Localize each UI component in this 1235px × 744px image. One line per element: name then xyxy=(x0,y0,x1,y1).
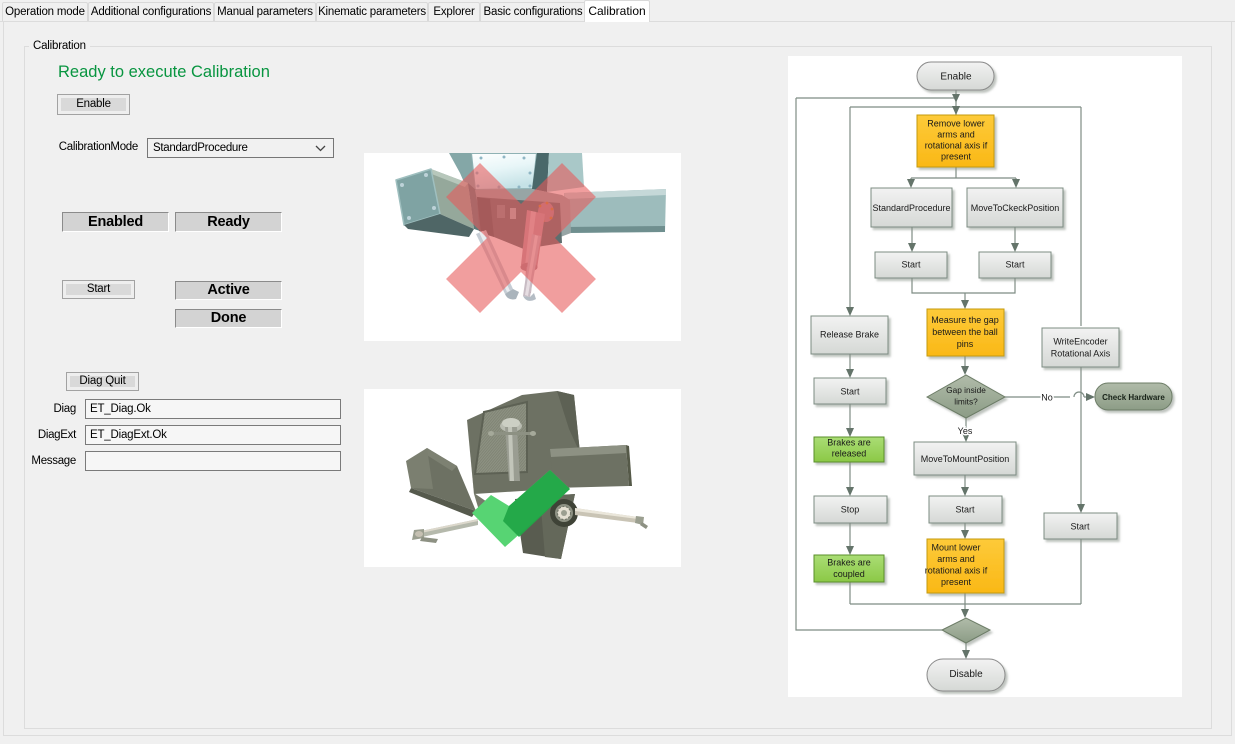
svg-text:present: present xyxy=(941,152,972,162)
svg-text:Mount lower: Mount lower xyxy=(931,543,980,553)
svg-text:Remove lower: Remove lower xyxy=(927,119,985,129)
svg-text:Brakes are: Brakes are xyxy=(827,558,871,568)
svg-text:Start: Start xyxy=(1005,260,1025,270)
svg-text:Check Hardware: Check Hardware xyxy=(1102,393,1165,402)
svg-text:Release Brake: Release Brake xyxy=(820,330,879,340)
svg-text:Rotational Axis: Rotational Axis xyxy=(1051,349,1111,359)
svg-text:No: No xyxy=(1041,393,1053,403)
svg-text:Start: Start xyxy=(1070,522,1090,532)
svg-text:Stop: Stop xyxy=(841,505,860,515)
svg-text:Disable: Disable xyxy=(949,669,983,680)
svg-text:limits?: limits? xyxy=(954,397,978,407)
svg-text:rotational axis if: rotational axis if xyxy=(925,141,988,151)
svg-text:Brakes are: Brakes are xyxy=(827,438,871,448)
svg-text:StandardProcedure: StandardProcedure xyxy=(872,203,950,213)
svg-text:WriteEncoder: WriteEncoder xyxy=(1053,337,1107,347)
svg-text:released: released xyxy=(832,449,867,459)
svg-text:MoveToMountPosition: MoveToMountPosition xyxy=(921,454,1010,464)
svg-text:between the ball: between the ball xyxy=(932,327,998,337)
svg-text:Start: Start xyxy=(901,260,921,270)
svg-text:arms and: arms and xyxy=(937,554,975,564)
svg-text:arms and: arms and xyxy=(937,130,975,140)
svg-text:Gap inside: Gap inside xyxy=(946,385,986,395)
svg-text:Measure the gap: Measure the gap xyxy=(931,315,999,325)
svg-text:pins: pins xyxy=(957,339,974,349)
svg-text:MoveToCkeckPosition: MoveToCkeckPosition xyxy=(971,203,1060,213)
svg-text:rotational axis if: rotational axis if xyxy=(925,566,988,576)
svg-text:Start: Start xyxy=(955,505,975,515)
svg-text:Enable: Enable xyxy=(940,72,972,83)
svg-text:Yes: Yes xyxy=(958,426,973,436)
svg-text:coupled: coupled xyxy=(833,569,865,579)
svg-text:Start: Start xyxy=(840,387,860,397)
svg-text:present: present xyxy=(941,577,972,587)
